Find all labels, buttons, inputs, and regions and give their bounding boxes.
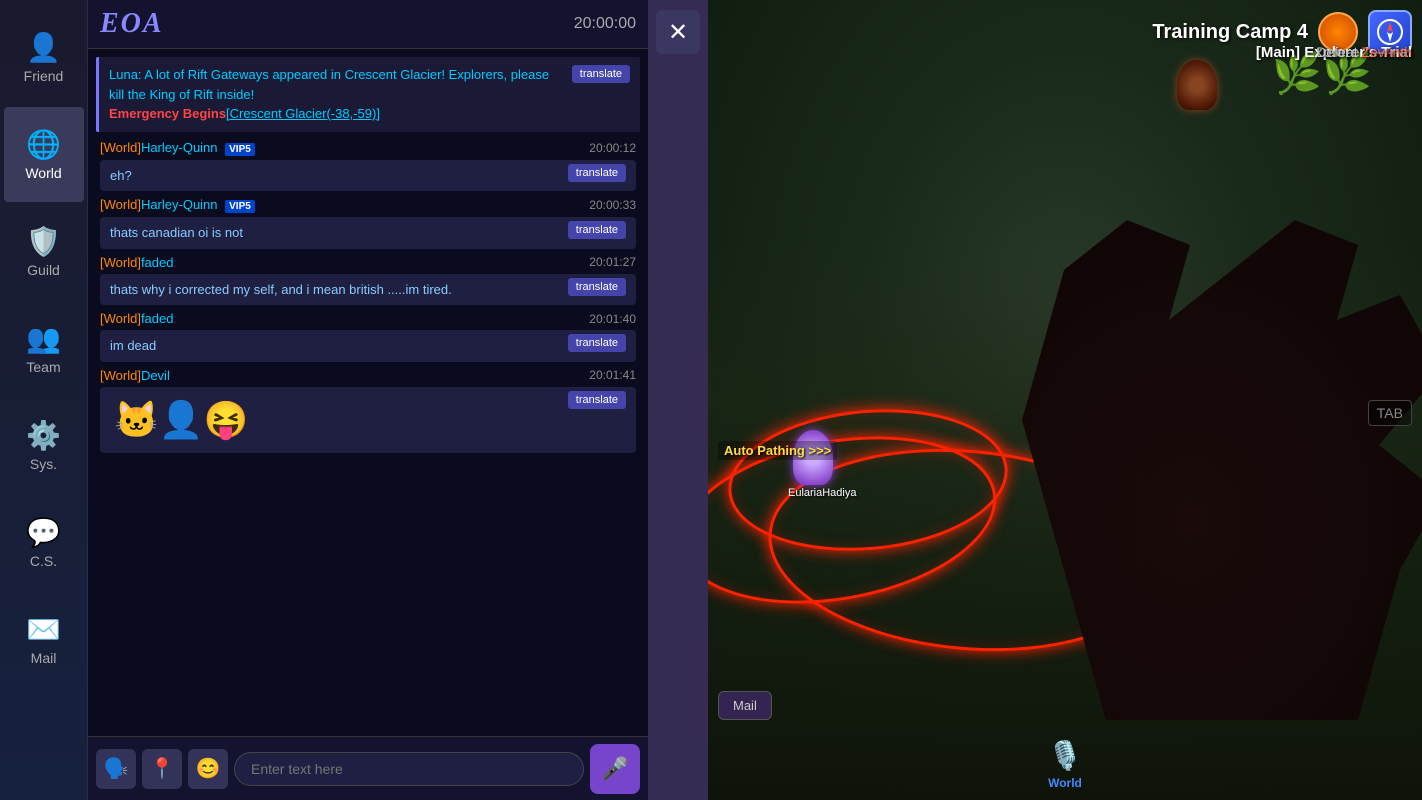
translate-button-4[interactable]: translate [568, 334, 626, 352]
chat-timestamp-header: 20:00:00 [574, 15, 636, 33]
quest-title: Training Camp 4 [1152, 21, 1308, 44]
sidebar-item-sys[interactable]: ⚙️ Sys. [4, 398, 84, 493]
chat-text-input[interactable] [234, 752, 584, 786]
chat-sender-row-4: [World]faded 20:01:40 [96, 309, 640, 328]
translate-button-5[interactable]: translate [568, 391, 626, 409]
quest-target: Zevrinth [1361, 44, 1412, 60]
chat-time-3: 20:01:27 [589, 255, 636, 269]
chat-time-4: 20:01:40 [589, 312, 636, 326]
sidebar-item-label: Mail [31, 650, 57, 666]
sidebar-item-guild[interactable]: 🛡️ Guild [4, 204, 84, 299]
chat-sender-row-1: [World]Harley-Quinn VIP5 20:00:12 [96, 138, 640, 158]
chat-bubble-2: translate thats canadian oi is not [100, 217, 636, 249]
world-button-label: World [1048, 776, 1082, 790]
sys-icon: ⚙️ [26, 419, 61, 452]
enemy-character [1172, 60, 1222, 120]
auto-pathing-button[interactable]: Auto Pathing >>> [718, 441, 837, 460]
sidebar-item-team[interactable]: 👥 Team [4, 301, 84, 396]
toolbar-button[interactable]: 🗣️ [96, 749, 136, 789]
chat-logo: EOA [100, 8, 164, 40]
chat-row-5: [World]Devil 20:01:41 translate 🐱‍👤😝 [96, 366, 640, 453]
location-icon: 📍 [150, 756, 175, 781]
mic-icon: 🎤 [601, 756, 628, 782]
chat-sender-4: [World]faded [100, 311, 173, 326]
translate-button-2[interactable]: translate [568, 221, 626, 239]
emoji-button[interactable]: 😊 [188, 749, 228, 789]
chat-panel: EOA 20:00:00 translate Luna: A lot of Ri… [88, 0, 648, 800]
close-button[interactable]: ✕ [656, 10, 700, 54]
sidebar-item-mail[interactable]: ✉️ Mail [4, 592, 84, 687]
mic-button[interactable]: 🎤 [590, 744, 640, 794]
chat-time-1: 20:00:12 [589, 141, 636, 155]
chat-header: EOA 20:00:00 [88, 0, 648, 49]
chat-row-1: [World]Harley-Quinn VIP5 20:00:12 transl… [96, 138, 640, 192]
chat-row-system: translate Luna: A lot of Rift Gateways a… [96, 57, 640, 132]
vip-badge-1: VIP5 [225, 143, 255, 156]
chat-sender-2: [World]Harley-Quinn VIP5 [100, 197, 255, 213]
sidebar-item-label: World [25, 165, 61, 181]
translate-button-1[interactable]: translate [568, 164, 626, 182]
tab-label[interactable]: TAB [1368, 400, 1412, 426]
sidebar-item-cs[interactable]: 💬 C.S. [4, 495, 84, 590]
chat-time-5: 20:01:41 [589, 368, 636, 382]
vip-badge-2: VIP5 [225, 200, 255, 213]
world-button-icon: 🎙️ [1048, 739, 1083, 772]
sidebar-item-label: Guild [27, 262, 60, 278]
translate-button-0[interactable]: translate [572, 65, 630, 83]
toolbar-icon: 🗣️ [104, 756, 129, 781]
chat-sender-3: [World]faded [100, 255, 173, 270]
translate-button-3[interactable]: translate [568, 278, 626, 296]
sidebar-item-label: C.S. [30, 553, 57, 569]
chat-sender-5: [World]Devil [100, 368, 170, 383]
chat-bubble-4: translate im dead [100, 330, 636, 362]
team-icon: 👥 [26, 322, 61, 355]
sidebar-item-label: Team [26, 359, 60, 375]
player-name: EulariaHadiya [788, 487, 838, 499]
chat-sender-row-3: [World]faded 20:01:27 [96, 253, 640, 272]
mail-icon: ✉️ [26, 613, 61, 646]
emergency-text: Emergency Begins [109, 106, 226, 121]
chat-bubble-5: translate 🐱‍👤😝 [100, 387, 636, 453]
close-icon: ✕ [668, 18, 688, 47]
mail-button[interactable]: Mail [718, 691, 772, 720]
chat-row-3: [World]faded 20:01:27 translate thats wh… [96, 253, 640, 306]
chat-time-2: 20:00:33 [589, 198, 636, 212]
emoji-icon: 😊 [196, 756, 221, 781]
world-icon: 🌐 [26, 128, 61, 161]
sidebar-item-friend[interactable]: 👤 Friend [4, 10, 84, 105]
sidebar: 👤 Friend 🌐 World 🛡️ Guild 👥 Team ⚙️ Sys.… [0, 0, 88, 800]
guild-icon: 🛡️ [26, 225, 61, 258]
chat-messages[interactable]: translate Luna: A lot of Rift Gateways a… [88, 49, 648, 736]
chat-sender-row-5: [World]Devil 20:01:41 [96, 366, 640, 385]
cs-icon: 💬 [26, 516, 61, 549]
close-panel: ✕ [648, 0, 708, 800]
sidebar-item-label: Sys. [30, 456, 57, 472]
chat-sender-1: [World]Harley-Quinn VIP5 [100, 140, 255, 156]
friend-icon: 👤 [26, 31, 61, 64]
sidebar-item-world[interactable]: 🌐 World [4, 107, 84, 202]
world-button-area[interactable]: 🎙️ World [1048, 739, 1083, 790]
chat-emoji: 🐱‍👤😝 [110, 395, 252, 444]
chat-bubble-1: translate eh? [100, 160, 636, 192]
location-button[interactable]: 📍 [142, 749, 182, 789]
chat-bubble-3: translate thats why i corrected my self,… [100, 274, 636, 306]
crescent-link[interactable]: [Crescent Glacier(-38,-59)] [226, 106, 380, 121]
system-text: Luna: A lot of Rift Gateways appeared in… [109, 65, 630, 124]
chat-sender-row-2: [World]Harley-Quinn VIP5 20:00:33 [96, 195, 640, 215]
enemy-sprite [1177, 60, 1217, 110]
sidebar-item-label: Friend [24, 68, 64, 84]
quest-subtitle: Defeat Zevrinth [1316, 44, 1412, 60]
chat-row-4: [World]faded 20:01:40 translate im dead [96, 309, 640, 362]
chat-input-area: 🗣️ 📍 😊 🎤 [88, 736, 648, 800]
game-viewport: 🌿🌿 EulariaHadiya Training Camp 4 [Main] … [708, 0, 1422, 800]
chat-row-2: [World]Harley-Quinn VIP5 20:00:33 transl… [96, 195, 640, 249]
system-message: translate Luna: A lot of Rift Gateways a… [96, 57, 640, 132]
